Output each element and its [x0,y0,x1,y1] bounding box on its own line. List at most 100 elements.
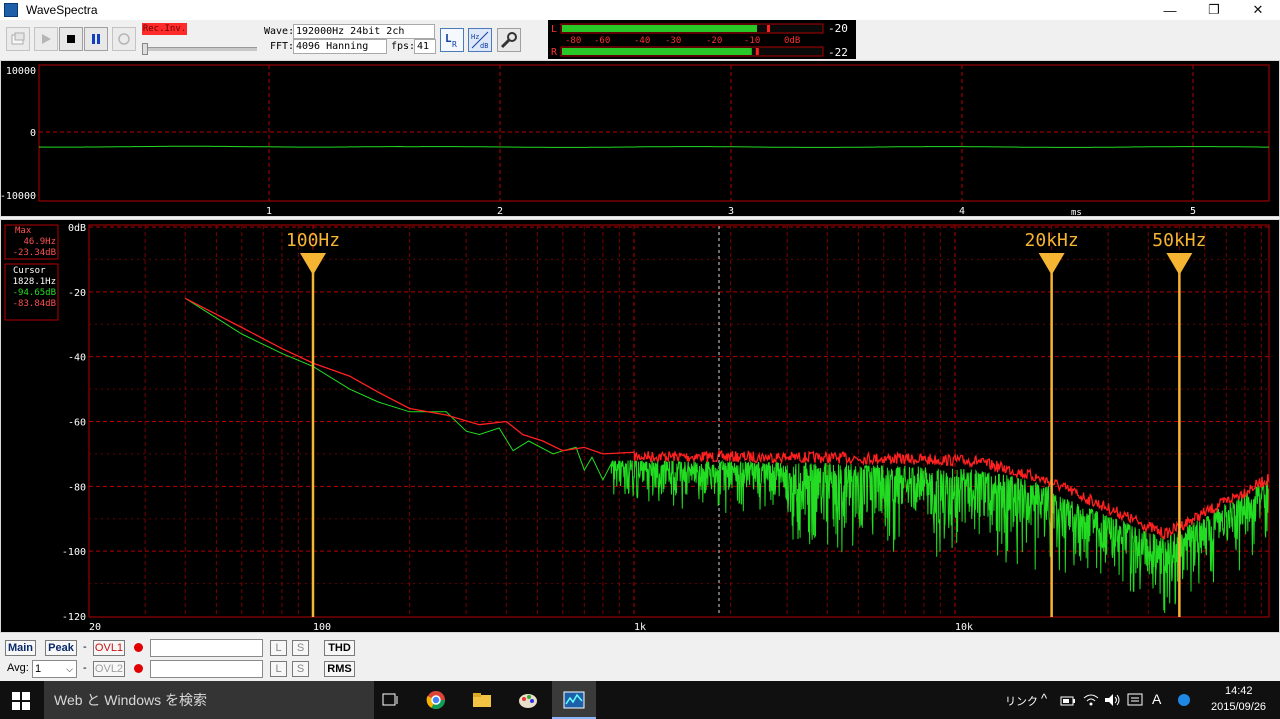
meter-scale-label: -30 [665,36,681,46]
pause-icon [92,34,100,44]
separator-dash: - [83,641,87,653]
level-meter: L R -80 -60 -40 -30 -20 -10 0dB -20 -22 [548,20,856,59]
ovl1-record-dot[interactable] [134,643,143,652]
spectrum-x-tick: 100 [313,622,331,632]
settings-button[interactable] [497,28,521,52]
frequency-marker-handle[interactable] [1038,253,1065,275]
record-icon [118,33,130,45]
waveform-x-tick: 1 [266,206,272,216]
tray-link-label[interactable]: リンク [1005,693,1038,709]
meter-left-label: L [551,24,557,35]
paint-taskbar-button[interactable] [517,690,539,715]
restore-button[interactable]: ❐ [1192,0,1236,20]
waveform-y-tick: -10000 [1,191,36,202]
lr-toggle-button[interactable]: L R [440,28,464,52]
max-frequency: 46.9Hz [23,237,56,247]
explorer-taskbar-button[interactable] [472,691,492,714]
ovl1-l-button[interactable]: L [270,640,287,656]
wavespectra-taskbar-button[interactable] [552,681,596,719]
spectrum-y-tick: -20 [68,288,86,299]
waveform-graph[interactable]: 10000 0 -10000 1 2 3 4 5 ms [0,61,1279,218]
ovl2-record-dot[interactable] [134,664,143,673]
wave-label: Wave: [264,26,295,37]
wifi-icon[interactable] [1083,693,1099,712]
fps-field: 41 [414,39,436,54]
clock-time[interactable]: 14:42 [1225,685,1253,697]
battery-icon[interactable] [1060,694,1076,712]
bottom-control-bar: Main Peak - OVL1 L S THD Avg: 1 ⌵ - OVL2… [0,634,1280,680]
minimize-button[interactable]: — [1148,0,1192,20]
cursor-level-left: -94.65dB [13,288,56,298]
meter-scale-label: 0dB [784,36,800,46]
fps-label: fps: [391,41,416,52]
ovl2-button[interactable]: OVL2 [93,661,125,677]
notification-icon[interactable] [1127,693,1143,712]
spectrum-panel[interactable]: 0dB -20 -40 -60 -80 -100 -120 20 100 1k 10k 100Hz… [0,219,1280,633]
meter-right-bar [562,48,752,55]
waveform-trace [38,145,1269,148]
hz-db-icon: Hz dB [471,31,488,50]
chrome-taskbar-button[interactable] [426,690,446,715]
frequency-marker-handle[interactable] [300,253,326,275]
position-slider[interactable] [142,43,257,55]
frequency-marker-handle[interactable] [1166,253,1193,275]
app-icon [4,3,18,17]
fft-setting-field[interactable]: 4096 Hanning [293,39,387,54]
frequency-marker-label: 50kHz [1152,230,1206,251]
ovl1-name-field[interactable] [150,639,263,657]
ovl2-s-button[interactable]: S [292,661,309,677]
open-file-button[interactable] [6,27,30,51]
onedrive-icon[interactable] [1176,693,1192,712]
volume-icon[interactable] [1104,693,1122,712]
frequency-markers: 100Hz 20kHz 50kHz [286,230,1206,617]
ovl2-name-field[interactable] [150,660,263,678]
waveform-grid [39,65,1269,201]
thd-button[interactable]: THD [324,640,355,656]
spectrum-graph[interactable]: 0dB -20 -40 -60 -80 -100 -120 20 100 1k 10k 100Hz… [1,220,1279,633]
avg-select[interactable]: 1 ⌵ [32,660,77,678]
rms-button[interactable]: RMS [324,661,355,677]
lr-icon: L R [445,32,457,49]
stop-button[interactable] [59,27,83,51]
waveform-panel[interactable]: 10000 0 -10000 1 2 3 4 5 ms [0,60,1280,218]
waveform-x-tick: 5 [1190,206,1196,216]
spectrum-x-tick: 20 [89,622,101,632]
close-button[interactable]: ✕ [1236,0,1280,20]
meter-left-value: -20 [828,22,848,35]
title-bar: WaveSpectra — ❐ ✕ [0,0,1280,20]
meter-scale-label: -80 [565,36,581,46]
record-button[interactable] [112,27,136,51]
ovl1-button[interactable]: OVL1 [93,640,125,656]
palette-icon [519,694,537,708]
waveform-unit-label: ms [1071,208,1082,216]
hz-db-button[interactable]: Hz dB [468,28,492,52]
play-button[interactable] [34,27,58,51]
pause-button[interactable] [84,27,108,51]
chevron-up-icon[interactable]: ^ [1041,691,1047,706]
meter-scale: -80 -60 -40 -30 -20 -10 0dB [565,36,800,46]
taskbar-search-box[interactable]: Web と Windows を検索 [44,681,374,719]
peak-button[interactable]: Peak [45,640,77,656]
waveform-x-tick: 3 [728,206,734,216]
waveform-y-ticks: 10000 0 -10000 [0,66,36,202]
window-icon [11,32,25,45]
meter-scale-label: -20 [706,36,722,46]
meter-right-value: -22 [828,46,848,59]
main-button[interactable]: Main [5,640,36,656]
spectrum-x-tick: 1k [634,622,646,632]
spectrum-y-ticks: 0dB -20 -40 -60 -80 -100 -120 [62,223,86,623]
ovl2-l-button[interactable]: L [270,661,287,677]
chevron-down-icon: ⌵ [66,664,73,674]
max-level: -23.34dB [13,248,56,258]
start-button[interactable] [12,692,30,715]
slider-thumb[interactable] [142,43,148,55]
ime-indicator[interactable]: A [1152,691,1161,707]
ovl1-s-button[interactable]: S [292,640,309,656]
task-view-button[interactable] [380,691,400,714]
spectrum-trace-right [185,297,1270,540]
separator-dash-2: - [83,662,87,674]
max-title: Max [15,226,32,236]
task-view-icon [382,693,398,706]
spectrum-y-tick: -40 [68,353,86,364]
clock-date[interactable]: 2015/09/26 [1211,701,1266,713]
